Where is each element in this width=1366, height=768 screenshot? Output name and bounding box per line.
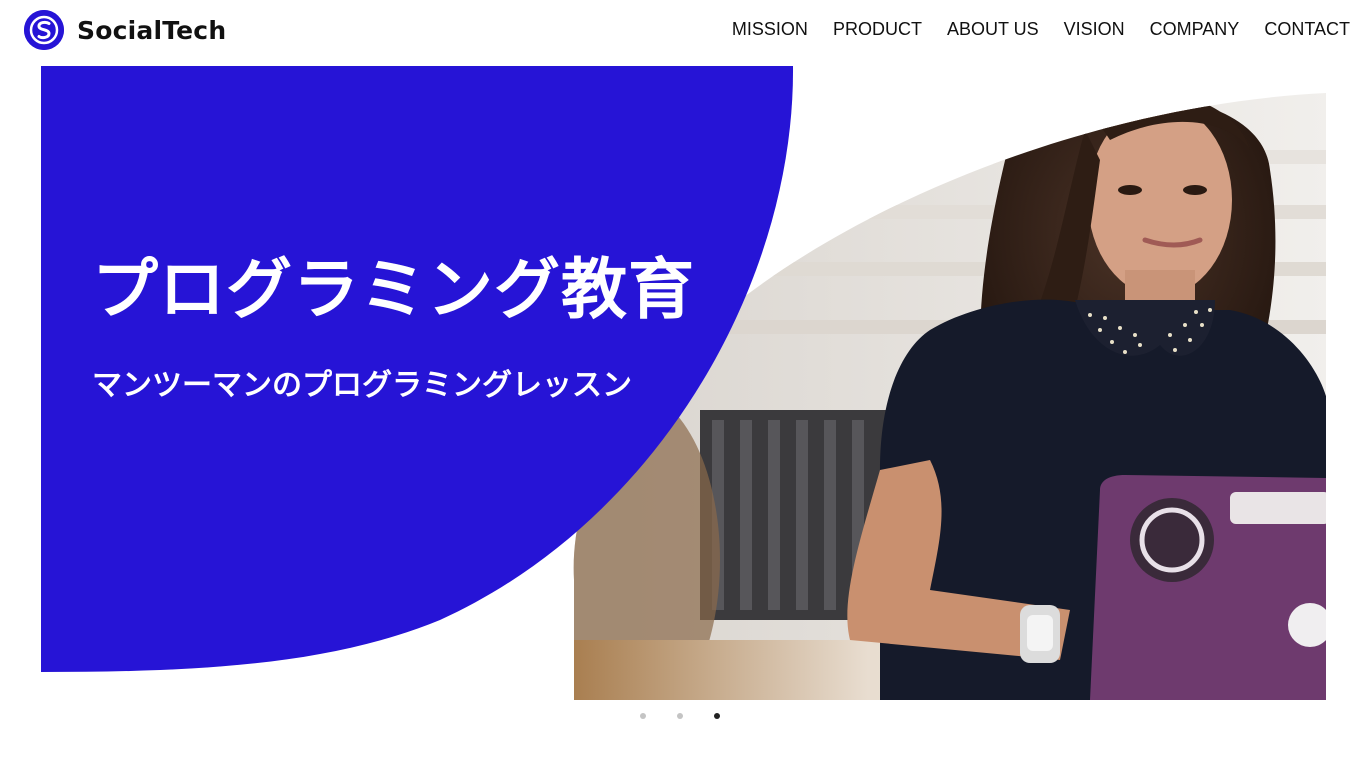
hero-headline: プログラミング教育 xyxy=(92,251,695,328)
carousel-dot-1[interactable] xyxy=(640,713,646,719)
carousel-dots xyxy=(640,713,751,719)
hero-subline: マンツーマンのプログラミングレッスン xyxy=(92,368,632,403)
carousel-dot-3[interactable] xyxy=(714,713,720,719)
hero-slide: プログラミング教育 マンツーマンのプログラミングレッスン xyxy=(0,0,1366,768)
carousel-dot-2[interactable] xyxy=(677,713,683,719)
